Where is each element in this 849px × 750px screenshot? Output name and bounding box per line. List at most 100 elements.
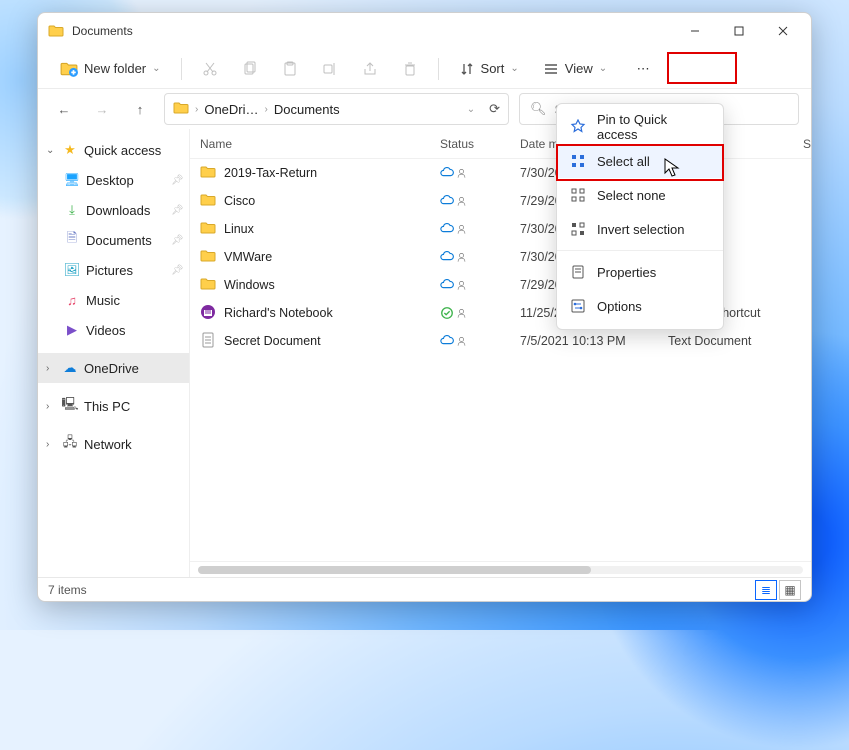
chevron-right-icon[interactable]: › bbox=[46, 363, 56, 374]
file-name: Cisco bbox=[224, 194, 255, 208]
view-button[interactable]: View ⌄ bbox=[533, 52, 617, 86]
thumbnails-view-button[interactable]: ▦ bbox=[779, 580, 801, 600]
file-name: 2019-Tax-Return bbox=[224, 166, 317, 180]
file-row[interactable]: Secret Document 7/5/2021 10:13 PMText Doc… bbox=[190, 327, 811, 355]
menu-item-label: Invert selection bbox=[597, 222, 684, 237]
sidebar-item-downloads[interactable]: ⤓Downloads📌︎ bbox=[38, 195, 189, 225]
sidebar: ⌄ ★ Quick access 🖥Desktop📌︎ ⤓Downloads📌︎… bbox=[38, 129, 190, 577]
col-size[interactable]: S bbox=[803, 137, 811, 151]
file-status bbox=[440, 250, 520, 264]
more-icon: ⋯ bbox=[637, 61, 650, 77]
close-button[interactable] bbox=[761, 16, 805, 46]
file-name: Richard's Notebook bbox=[224, 306, 333, 320]
sidebar-item-label: Network bbox=[84, 437, 132, 452]
sort-icon bbox=[459, 61, 475, 77]
toolbar: New folder ⌄ Sort ⌄ View ⌄ ⋯ bbox=[38, 49, 811, 89]
forward-button[interactable]: → bbox=[88, 95, 116, 123]
menu-item-properties[interactable]: Properties bbox=[557, 255, 723, 289]
paste-button[interactable] bbox=[272, 52, 308, 86]
file-type: Text Document bbox=[668, 334, 811, 348]
star-icon: ★ bbox=[62, 142, 78, 158]
onedrive-icon: ☁ bbox=[62, 360, 78, 376]
options-icon bbox=[569, 297, 587, 315]
col-status[interactable]: Status bbox=[440, 137, 520, 151]
quick-access-label: Quick access bbox=[84, 143, 161, 158]
chevron-right-icon[interactable]: › bbox=[46, 439, 56, 450]
file-status bbox=[440, 222, 520, 236]
maximize-button[interactable] bbox=[717, 16, 761, 46]
file-status bbox=[440, 194, 520, 208]
notebook-icon bbox=[200, 304, 216, 323]
chevron-down-icon[interactable]: ⌄ bbox=[46, 145, 56, 156]
sidebar-quick-access[interactable]: ⌄ ★ Quick access bbox=[38, 135, 189, 165]
chevron-down-icon: ⌄ bbox=[599, 63, 607, 74]
sort-label: Sort bbox=[481, 61, 505, 76]
file-status bbox=[440, 306, 520, 320]
minimize-button[interactable] bbox=[673, 16, 717, 46]
address-bar[interactable]: › OneDri…› Documents ⌄ ⟳ bbox=[164, 93, 509, 125]
sidebar-item-label: Downloads bbox=[86, 203, 150, 218]
file-status bbox=[440, 334, 520, 348]
delete-button[interactable] bbox=[392, 52, 428, 86]
folder-icon bbox=[200, 276, 216, 295]
menu-item-pin-to-quick-access[interactable]: Pin to Quick access bbox=[557, 110, 723, 144]
grid-invert-icon bbox=[569, 220, 587, 238]
menu-item-label: Options bbox=[597, 299, 642, 314]
rename-button[interactable] bbox=[312, 52, 348, 86]
sidebar-item-label: Documents bbox=[86, 233, 152, 248]
file-name: Windows bbox=[224, 278, 275, 292]
file-name: Secret Document bbox=[224, 334, 321, 348]
sidebar-item-documents[interactable]: 🗎Documents📌︎ bbox=[38, 225, 189, 255]
back-button[interactable]: ← bbox=[50, 95, 78, 123]
up-button[interactable]: ↑ bbox=[126, 95, 154, 123]
chevron-right-icon[interactable]: › bbox=[46, 401, 56, 412]
new-folder-label: New folder bbox=[84, 61, 146, 76]
file-name: VMWare bbox=[224, 250, 272, 264]
horizontal-scrollbar[interactable] bbox=[190, 561, 811, 577]
chevron-down-icon: ⌄ bbox=[510, 63, 518, 74]
pc-icon: 🖳 bbox=[62, 398, 78, 414]
sidebar-item-videos[interactable]: ▶Videos bbox=[38, 315, 189, 345]
sidebar-item-desktop[interactable]: 🖥Desktop📌︎ bbox=[38, 165, 189, 195]
view-icon bbox=[543, 61, 559, 77]
sort-button[interactable]: Sort ⌄ bbox=[449, 52, 529, 86]
share-button[interactable] bbox=[352, 52, 388, 86]
sidebar-this-pc[interactable]: › 🖳 This PC bbox=[38, 391, 189, 421]
breadcrumb-onedrive[interactable]: OneDri…› bbox=[204, 102, 268, 117]
more-button[interactable]: ⋯ bbox=[625, 52, 661, 86]
menu-item-select-none[interactable]: Select none bbox=[557, 178, 723, 212]
sidebar-item-pictures[interactable]: 🖼Pictures📌︎ bbox=[38, 255, 189, 285]
sidebar-item-label: Desktop bbox=[86, 173, 134, 188]
refresh-button[interactable]: ⟳ bbox=[489, 101, 500, 117]
documents-icon: 🗎 bbox=[64, 232, 80, 248]
copy-button[interactable] bbox=[232, 52, 268, 86]
folder-icon bbox=[200, 220, 216, 239]
new-folder-button[interactable]: New folder ⌄ bbox=[50, 52, 171, 86]
grid-outline-icon bbox=[569, 186, 587, 204]
address-dropdown-icon[interactable]: ⌄ bbox=[467, 104, 475, 115]
breadcrumb-documents[interactable]: Documents bbox=[274, 102, 340, 117]
menu-item-select-all[interactable]: Select all bbox=[557, 144, 723, 178]
col-name[interactable]: Name bbox=[190, 137, 440, 151]
sidebar-onedrive[interactable]: ›☁OneDrive bbox=[38, 353, 189, 383]
cut-button[interactable] bbox=[192, 52, 228, 86]
folder-icon bbox=[200, 164, 216, 183]
sidebar-item-label: This PC bbox=[84, 399, 130, 414]
file-date: 7/5/2021 10:13 PM bbox=[520, 334, 668, 348]
titlebar-folder-icon bbox=[48, 23, 64, 39]
sidebar-item-label: Pictures bbox=[86, 263, 133, 278]
network-icon: 🖧 bbox=[62, 436, 78, 452]
sidebar-item-music[interactable]: ♫Music bbox=[38, 285, 189, 315]
grid-icon bbox=[569, 152, 587, 170]
titlebar: Documents bbox=[38, 13, 811, 49]
chevron-right-icon[interactable]: › bbox=[195, 104, 198, 115]
menu-item-label: Pin to Quick access bbox=[597, 112, 711, 142]
menu-item-options[interactable]: Options bbox=[557, 289, 723, 323]
details-view-button[interactable]: ≣ bbox=[755, 580, 777, 600]
menu-item-label: Select none bbox=[597, 188, 666, 203]
file-name: Linux bbox=[224, 222, 254, 236]
folder-icon bbox=[200, 192, 216, 211]
sidebar-network[interactable]: › 🖧 Network bbox=[38, 429, 189, 459]
menu-item-invert-selection[interactable]: Invert selection bbox=[557, 212, 723, 246]
star-icon bbox=[569, 118, 587, 136]
